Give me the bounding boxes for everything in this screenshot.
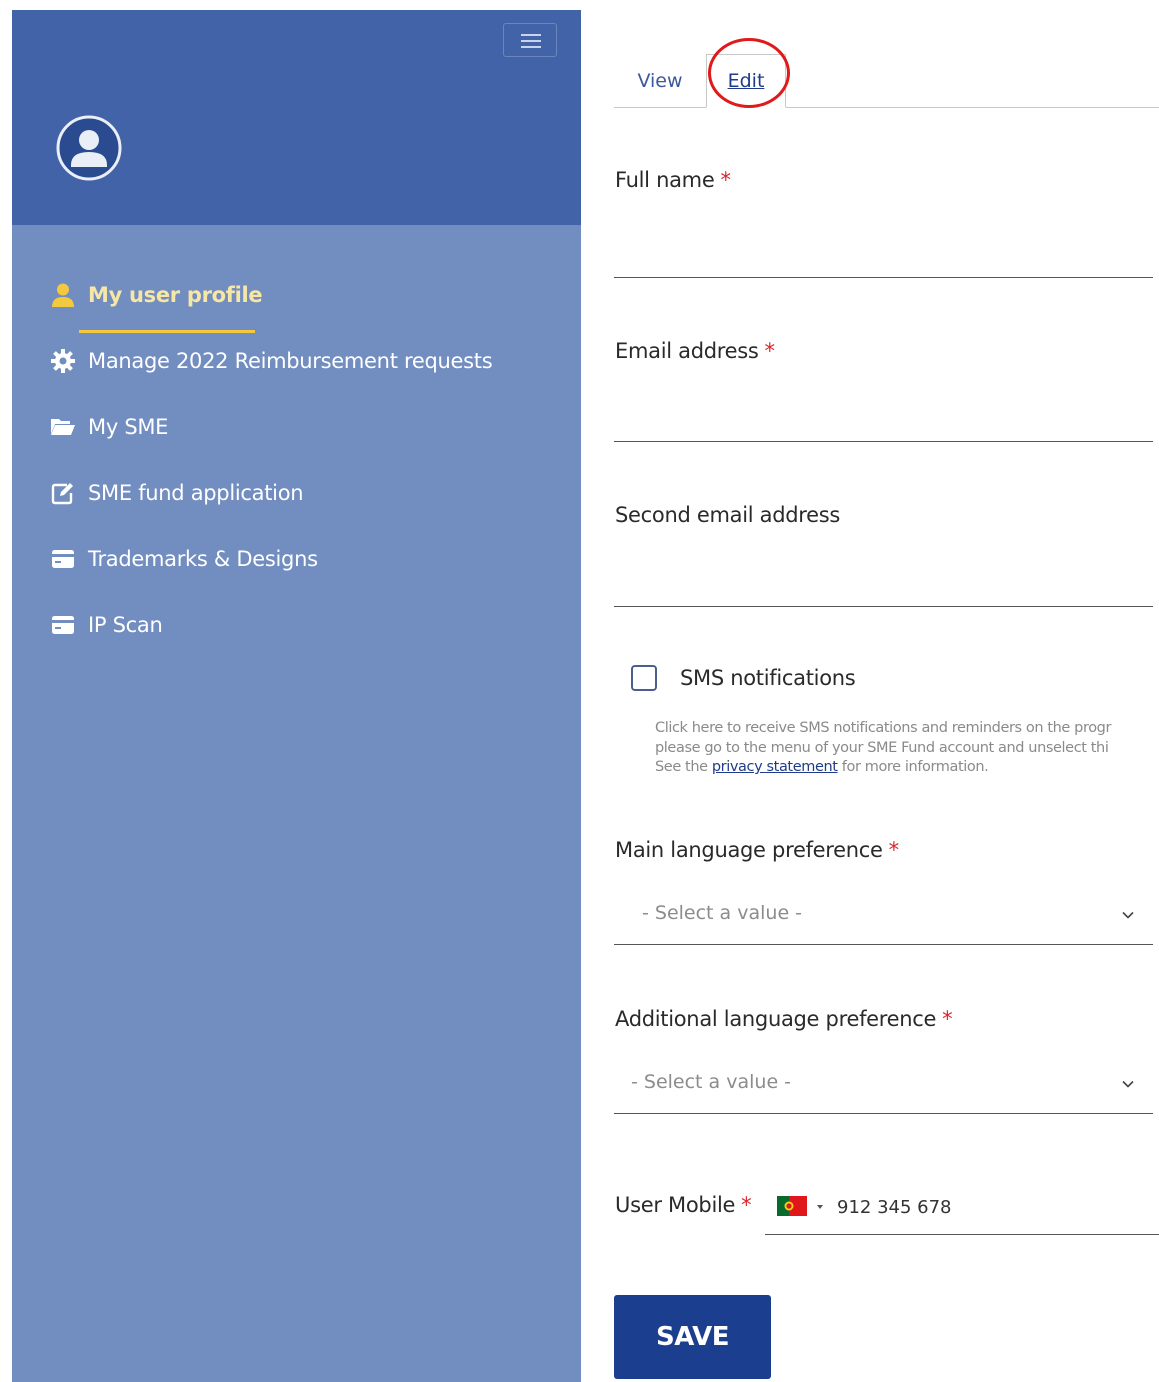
country-selector[interactable]	[777, 1196, 823, 1218]
folder-open-icon	[50, 414, 76, 440]
additional-language-label: Additional language preference *	[615, 1007, 953, 1031]
sidebar-item-manage-reimbursement[interactable]: Manage 2022 Reimbursement requests	[50, 348, 493, 374]
second-email-input[interactable]	[614, 565, 1157, 607]
additional-language-select[interactable]: - Select a value -	[614, 1063, 1153, 1107]
sidebar-item-ip-scan[interactable]: IP Scan	[50, 612, 163, 638]
hamburger-menu-icon[interactable]	[503, 23, 557, 57]
sidebar-item-label: Manage 2022 Reimbursement requests	[88, 349, 493, 373]
sidebar-item-label: IP Scan	[88, 613, 163, 637]
sidebar-item-trademarks-designs[interactable]: Trademarks & Designs	[50, 546, 318, 572]
user-mobile-input[interactable]	[837, 1193, 1137, 1221]
sms-notifications-checkbox[interactable]	[631, 665, 657, 691]
additional-language-label-text: Additional language preference	[615, 1007, 937, 1031]
save-button[interactable]: SAVE	[614, 1295, 771, 1379]
sms-help-text: Click here to receive SMS notifications …	[655, 719, 1159, 778]
email-label: Email address *	[615, 339, 775, 363]
sidebar-item-label: My SME	[88, 415, 169, 439]
user-icon	[50, 282, 76, 308]
full-name-input[interactable]	[614, 236, 1157, 278]
email-underline	[614, 441, 1153, 442]
select-value: - Select a value -	[631, 1071, 792, 1093]
help-prefix: See the	[655, 759, 708, 775]
privacy-statement-link[interactable]: privacy statement	[712, 759, 838, 775]
avatar-icon[interactable]	[56, 115, 122, 181]
sidebar: My user profile Manage 2022 Reimbursemen…	[12, 10, 581, 1382]
second-email-label: Second email address	[615, 503, 841, 527]
main-content: View Edit Full name * Email address * Seco…	[614, 0, 1159, 1382]
select-value: - Select a value -	[642, 902, 803, 924]
second-email-underline	[614, 606, 1153, 607]
sms-help-line-1: Click here to receive SMS notifications …	[655, 720, 1112, 736]
full-name-label: Full name *	[615, 168, 731, 192]
sidebar-item-my-user-profile[interactable]: My user profile	[50, 282, 263, 308]
user-mobile-field	[765, 1190, 1159, 1236]
chevron-down-icon	[1122, 911, 1134, 919]
required-mark: *	[741, 1193, 752, 1217]
tab-edit[interactable]: Edit	[706, 54, 786, 108]
sidebar-item-label: SME fund application	[88, 481, 304, 505]
gear-icon	[50, 348, 76, 374]
edit-icon	[50, 480, 76, 506]
email-input[interactable]	[614, 400, 1157, 442]
chevron-down-icon	[1122, 1080, 1134, 1088]
main-language-label-text: Main language preference	[615, 838, 883, 862]
required-mark: *	[764, 339, 776, 363]
sidebar-item-label: My user profile	[88, 283, 263, 307]
main-language-select[interactable]: - Select a value -	[614, 894, 1153, 938]
full-name-underline	[614, 277, 1153, 278]
user-mobile-label-text: User Mobile	[615, 1193, 736, 1217]
page: My user profile Manage 2022 Reimbursemen…	[0, 0, 1159, 1382]
sms-help-line-3: See the privacy statement for more infor…	[655, 758, 1159, 778]
credit-card-icon	[50, 612, 76, 638]
sms-notifications-label: SMS notifications	[680, 666, 856, 690]
sidebar-item-label: Trademarks & Designs	[88, 547, 318, 571]
portugal-flag-icon	[777, 1196, 807, 1216]
email-label-text: Email address	[615, 339, 759, 363]
tab-bar: View Edit	[614, 50, 1159, 108]
credit-card-icon	[50, 546, 76, 572]
active-item-underline	[79, 330, 255, 333]
tab-view[interactable]: View	[614, 54, 706, 108]
user-mobile-underline	[765, 1234, 1159, 1235]
user-mobile-label: User Mobile *	[615, 1193, 752, 1217]
sidebar-item-my-sme[interactable]: My SME	[50, 414, 168, 440]
caret-down-icon	[817, 1205, 823, 1209]
main-language-underline	[614, 944, 1153, 945]
additional-language-underline	[614, 1113, 1153, 1114]
full-name-label-text: Full name	[615, 168, 715, 192]
required-mark: *	[942, 1007, 953, 1031]
sidebar-header	[12, 10, 581, 225]
sms-help-line-2: please go to the menu of your SME Fund a…	[655, 739, 1109, 756]
help-suffix: for more information.	[841, 759, 989, 775]
required-mark: *	[888, 838, 900, 862]
required-mark: *	[720, 168, 731, 192]
sidebar-item-sme-fund-application[interactable]: SME fund application	[50, 480, 304, 506]
main-language-label: Main language preference *	[615, 838, 899, 862]
